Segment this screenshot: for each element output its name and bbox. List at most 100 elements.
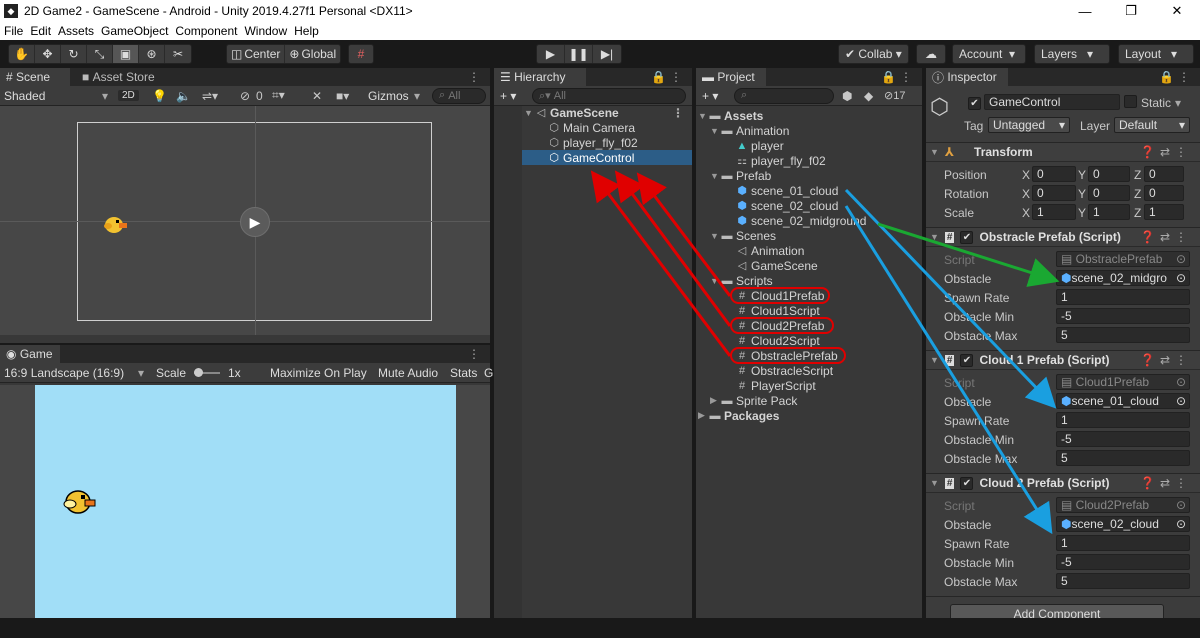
menu-file[interactable]: File [4, 24, 23, 38]
scene-menu-icon[interactable]: ⋮ [672, 106, 684, 120]
project-item[interactable]: ◁ GameScene [736, 258, 818, 273]
project-item[interactable]: # Cloud2Script [736, 333, 820, 348]
assets-folder[interactable]: ▼ ▬ Assets [698, 108, 763, 123]
project-item[interactable]: # Cloud1Script [736, 303, 820, 318]
hidden-packages-count[interactable]: ⊘17 [884, 89, 905, 102]
sprite-pack-folder[interactable]: ▶ ▬ Sprite Pack [710, 393, 797, 408]
hand-tool-icon[interactable]: ✋ [9, 45, 35, 63]
panel-menu-icon[interactable]: ⋮ [468, 70, 484, 84]
gizmos-dropdown[interactable]: Gizmos [368, 89, 409, 103]
expand-arrow-icon[interactable]: ▼ [698, 111, 707, 121]
rotate-tool-icon[interactable]: ↻ [61, 45, 87, 63]
object-name-field[interactable]: GameControl [984, 94, 1120, 110]
minimize-button[interactable]: — [1062, 0, 1108, 22]
gizmos-toggle[interactable]: G [484, 366, 493, 380]
obstacle-min-field[interactable]: -5 [1056, 431, 1190, 447]
cloud1-prefab-header[interactable]: ▼ # ✔ Cloud 1 Prefab (Script) ❓⇄⋮ [926, 350, 1200, 370]
rect-tool-icon[interactable]: ▣ [113, 45, 139, 63]
tab-project[interactable]: ▬ Project [696, 68, 766, 86]
component-menu-icons[interactable]: ❓⇄⋮ [1140, 230, 1192, 244]
scripts-folder[interactable]: ▼ ▬ Scripts [710, 273, 773, 288]
stats-toggle[interactable]: Stats [450, 366, 477, 380]
packages-folder[interactable]: ▶ ▬ Packages [698, 408, 779, 423]
project-item[interactable]: ⚏ player_fly_f02 [736, 153, 826, 168]
filter-label-icon[interactable]: ◆ [864, 89, 873, 103]
layers-dropdown[interactable]: Layers ▾ [1034, 44, 1110, 64]
tab-scene[interactable]: # Scene [0, 68, 70, 86]
menu-edit[interactable]: Edit [30, 24, 51, 38]
obstacle-min-field[interactable]: -5 [1056, 308, 1190, 324]
position-z-field[interactable]: 0 [1144, 166, 1184, 182]
scale-y-field[interactable]: 1 [1088, 204, 1130, 220]
create-dropdown[interactable]: + ▾ [702, 89, 718, 103]
pause-button[interactable]: ❚❚ [565, 45, 593, 63]
project-item[interactable]: ▲ player [736, 138, 784, 153]
player-bird-sprite[interactable] [103, 215, 129, 235]
obstacle-max-field[interactable]: 5 [1056, 450, 1190, 466]
script-field[interactable]: ▤ Cloud2Prefab ⊙ [1056, 497, 1190, 513]
grid-toggle-icon[interactable]: ⌗▾ [272, 88, 285, 103]
rotation-y-field[interactable]: 0 [1088, 185, 1130, 201]
cloud-button[interactable]: ☁ [916, 44, 946, 64]
move-tool-icon[interactable]: ✥ [35, 45, 61, 63]
scene-viewport[interactable]: ▶ [0, 106, 490, 335]
project-item[interactable]: ⬢ scene_01_cloud [736, 183, 838, 198]
create-dropdown[interactable]: + ▾ [500, 89, 516, 103]
audio-icon[interactable]: 🔈 [176, 89, 191, 103]
panel-menu-icon[interactable]: 🔒⋮ [881, 70, 916, 84]
lighting-icon[interactable]: 💡 [152, 89, 167, 103]
effects-icon[interactable]: ⇌▾ [202, 89, 218, 103]
object-picker-icon[interactable]: ⊙ [1176, 517, 1186, 531]
project-item[interactable]: ⬢ scene_02_midground [736, 213, 866, 228]
scale-x-field[interactable]: 1 [1032, 204, 1076, 220]
object-picker-icon[interactable]: ⊙ [1176, 375, 1186, 389]
obstacle-field[interactable]: ⬢ scene_01_cloud ⊙ [1056, 393, 1190, 409]
account-dropdown[interactable]: Account ▾ [952, 44, 1026, 64]
tab-inspector[interactable]: ⓘ Inspector [926, 68, 1008, 86]
object-picker-icon[interactable]: ⊙ [1175, 271, 1186, 285]
filter-type-icon[interactable]: ⬢ [842, 89, 852, 103]
position-x-field[interactable]: 0 [1032, 166, 1076, 182]
prefab-folder[interactable]: ▼ ▬ Prefab [710, 168, 771, 183]
active-checkbox[interactable]: ✔ [968, 95, 981, 110]
project-item[interactable]: ⬢ scene_02_cloud [736, 198, 838, 213]
object-picker-icon[interactable]: ⊙ [1176, 498, 1186, 512]
project-item[interactable]: # PlayerScript [736, 378, 816, 393]
menu-assets[interactable]: Assets [58, 24, 94, 38]
project-search-input[interactable]: ⌕ [734, 87, 834, 104]
scale-tool-icon[interactable]: ⤡ [87, 45, 113, 63]
collapse-arrow-icon[interactable]: ▶ [698, 410, 707, 421]
expand-arrow-icon[interactable]: ▼ [524, 108, 533, 118]
component-enabled-checkbox[interactable]: ✔ [960, 353, 974, 367]
expand-arrow-icon[interactable]: ▼ [710, 171, 719, 181]
menu-gameobject[interactable]: GameObject [101, 24, 168, 38]
script-field[interactable]: ▤ Cloud1Prefab ⊙ [1056, 374, 1190, 390]
tab-asset-store[interactable]: ■ Asset Store [76, 68, 161, 86]
custom-tool-icon[interactable]: ✂ [165, 45, 191, 63]
layer-dropdown[interactable]: Default ▾ [1114, 117, 1190, 133]
component-enabled-checkbox[interactable]: ✔ [960, 230, 974, 244]
pivot-center-button[interactable]: ◫ Center [227, 45, 286, 63]
pivot-global-button[interactable]: ⊕ Global [285, 45, 340, 63]
tools-icon[interactable]: ✕ [312, 89, 322, 103]
obstacle-field[interactable]: ⬢ scene_02_cloud ⊙ [1056, 516, 1190, 532]
shading-mode-dropdown[interactable]: Shaded [4, 89, 45, 103]
camera-gizmo-icon[interactable]: ▶ [240, 207, 270, 237]
hidden-objects-icon[interactable]: ⊘ [240, 89, 250, 103]
maximize-on-play-toggle[interactable]: Maximize On Play [270, 366, 367, 380]
rotation-z-field[interactable]: 0 [1144, 185, 1184, 201]
panel-menu-icon[interactable]: 🔒⋮ [1159, 70, 1194, 84]
expand-arrow-icon[interactable]: ▼ [710, 231, 719, 241]
expand-arrow-icon[interactable]: ▼ [710, 276, 719, 286]
obstracle-prefab-header[interactable]: ▼ # ✔ Obstracle Prefab (Script) ❓⇄⋮ [926, 227, 1200, 247]
hierarchy-item[interactable]: ⬡ player_fly_f02 [548, 135, 638, 150]
obstacle-field[interactable]: ⬢ scene_02_midgro ⊙ [1056, 270, 1190, 286]
script-field[interactable]: ▤ ObstraclePrefab ⊙ [1056, 251, 1190, 267]
position-y-field[interactable]: 0 [1088, 166, 1130, 182]
menu-component[interactable]: Component [175, 24, 237, 38]
scenes-folder[interactable]: ▼ ▬ Scenes [710, 228, 776, 243]
rotation-x-field[interactable]: 0 [1032, 185, 1076, 201]
component-menu-icons[interactable]: ❓⇄⋮ [1140, 476, 1192, 490]
step-button[interactable]: ▶| [593, 45, 621, 63]
component-enabled-checkbox[interactable]: ✔ [960, 476, 974, 490]
